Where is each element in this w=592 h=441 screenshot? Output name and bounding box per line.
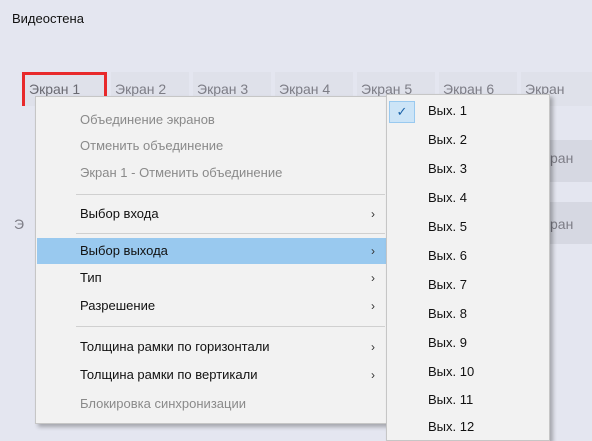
menu-item-border-horizontal[interactable]: Толщина рамки по горизонтали › xyxy=(37,334,387,360)
submenu-item-label: Вых. 3 xyxy=(428,161,467,176)
menu-item-input-select[interactable]: Выбор входа › xyxy=(37,201,387,227)
menu-item-label: Блокировка синхронизации xyxy=(80,396,246,411)
submenu-item-out-9[interactable]: Вых. 9 xyxy=(387,329,547,357)
chevron-right-icon: › xyxy=(371,271,375,285)
chevron-right-icon: › xyxy=(371,244,375,258)
submenu-item-out-6[interactable]: Вых. 6 xyxy=(387,242,547,270)
submenu-item-out-3[interactable]: Вых. 3 xyxy=(387,155,547,183)
submenu-item-label: Вых. 5 xyxy=(428,219,467,234)
submenu-item-label: Вых. 7 xyxy=(428,277,467,292)
menu-item-merge-screens[interactable]: Объединение экранов xyxy=(37,107,387,133)
submenu-item-label: Вых. 10 xyxy=(428,364,475,379)
submenu-item-out-4[interactable]: Вых. 4 xyxy=(387,184,547,212)
submenu-item-out-10[interactable]: Вых. 10 xyxy=(387,358,547,386)
check-icon: ✓ xyxy=(389,101,415,123)
menu-item-type[interactable]: Тип › xyxy=(37,265,387,291)
menu-item-label: Экран 1 - Отменить объединение xyxy=(80,165,283,180)
chevron-right-icon: › xyxy=(371,299,375,313)
submenu-item-label: Вых. 9 xyxy=(428,335,467,350)
videowall-title: Видеостена xyxy=(12,11,84,26)
screen-tile-partial-label: ран xyxy=(550,216,574,232)
submenu-item-out-5[interactable]: Вых. 5 xyxy=(387,213,547,241)
screen-tile-partial-label: ран xyxy=(550,150,574,166)
submenu-item-out-11[interactable]: Вых. 11 xyxy=(387,386,547,414)
chevron-right-icon: › xyxy=(371,368,375,382)
menu-item-sync-lock[interactable]: Блокировка синхронизации xyxy=(37,391,387,417)
menu-item-screen1-cancel-merge[interactable]: Экран 1 - Отменить объединение xyxy=(37,160,387,186)
chevron-right-icon: › xyxy=(371,340,375,354)
submenu-item-out-7[interactable]: Вых. 7 xyxy=(387,271,547,299)
submenu-item-label: Вых. 11 xyxy=(428,392,474,407)
menu-item-label: Объединение экранов xyxy=(80,112,215,127)
menu-separator xyxy=(76,326,385,327)
screen-tile-partial-label: Э xyxy=(14,216,25,232)
context-menu: Объединение экранов Отменить объединение… xyxy=(35,96,389,424)
submenu-item-label: Вых. 1 xyxy=(428,103,467,118)
menu-item-label: Отменить объединение xyxy=(80,138,224,153)
submenu-item-label: Вых. 6 xyxy=(428,248,467,263)
chevron-right-icon: › xyxy=(371,207,375,221)
menu-item-resolution[interactable]: Разрешение › xyxy=(37,293,387,319)
menu-item-label: Разрешение xyxy=(80,298,156,313)
submenu-item-out-8[interactable]: Вых. 8 xyxy=(387,300,547,328)
menu-separator xyxy=(76,233,385,234)
menu-item-label: Толщина рамки по горизонтали xyxy=(80,339,270,354)
menu-separator xyxy=(76,194,385,195)
output-submenu: ✓ Вых. 1 Вых. 2 Вых. 3 Вых. 4 Вых. 5 Вых.… xyxy=(386,94,550,441)
submenu-item-label: Вых. 2 xyxy=(428,132,467,147)
menu-item-label: Выбор выхода xyxy=(80,243,168,258)
submenu-item-label: Вых. 8 xyxy=(428,306,467,321)
menu-item-cancel-merge[interactable]: Отменить объединение xyxy=(37,133,387,159)
menu-item-output-select[interactable]: Выбор выхода › xyxy=(37,238,387,264)
menu-item-label: Тип xyxy=(80,270,102,285)
submenu-item-out-2[interactable]: Вых. 2 xyxy=(387,126,547,154)
menu-item-border-vertical[interactable]: Толщина рамки по вертикали › xyxy=(37,362,387,388)
submenu-item-out-1[interactable]: ✓ Вых. 1 xyxy=(387,97,547,125)
submenu-item-label: Вых. 12 xyxy=(428,419,475,434)
menu-item-label: Толщина рамки по вертикали xyxy=(80,367,258,382)
menu-item-label: Выбор входа xyxy=(80,206,159,221)
submenu-item-label: Вых. 4 xyxy=(428,190,467,205)
